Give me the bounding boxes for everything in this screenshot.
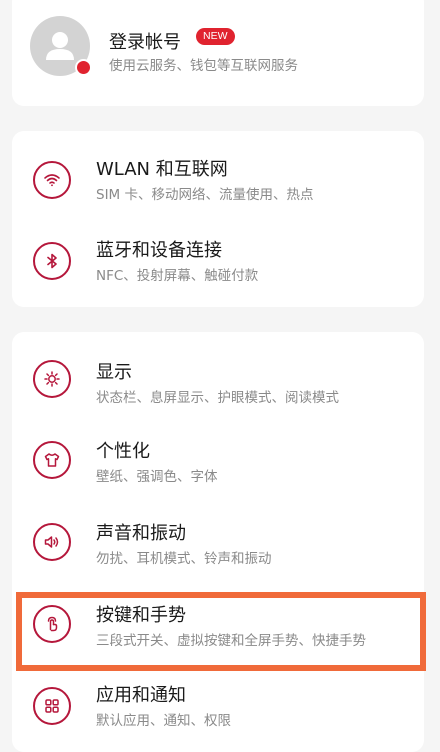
settings-item-subtitle: 壁纸、强调色、字体 <box>96 469 218 485</box>
account-title: 登录帐号 <box>109 32 181 53</box>
account-card[interactable]: 登录帐号 NEW 使用云服务、钱包等互联网服务 <box>12 0 424 106</box>
settings-item-subtitle: 默认应用、通知、权限 <box>96 713 231 729</box>
speaker-icon <box>33 523 71 561</box>
settings-item-subtitle: SIM 卡、移动网络、流量使用、热点 <box>96 187 314 203</box>
system-card: 显示 状态栏、息屏显示、护眼模式、阅读模式 个性化 壁纸、强调色、字体 声音和振… <box>12 332 424 752</box>
settings-item-personalization[interactable]: 个性化 壁纸、强调色、字体 <box>12 421 424 501</box>
settings-item-bluetooth[interactable]: 蓝牙和设备连接 NFC、投射屏幕、触碰付款 <box>12 222 424 302</box>
apps-grid-icon <box>33 687 71 725</box>
settings-item-wlan[interactable]: WLAN 和互联网 SIM 卡、移动网络、流量使用、热点 <box>12 141 424 221</box>
account-subtitle: 使用云服务、钱包等互联网服务 <box>109 58 298 74</box>
brightness-icon <box>33 360 71 398</box>
settings-item-title: 显示 <box>96 362 132 383</box>
notification-dot <box>75 59 92 76</box>
settings-item-subtitle: 勿扰、耳机模式、铃声和振动 <box>96 551 272 567</box>
new-badge: NEW <box>196 28 235 45</box>
settings-item-sound[interactable]: 声音和振动 勿扰、耳机模式、铃声和振动 <box>12 503 424 583</box>
wifi-icon <box>33 161 71 199</box>
settings-item-subtitle: NFC、投射屏幕、触碰付款 <box>96 268 259 284</box>
highlight-box <box>16 592 426 671</box>
settings-item-display[interactable]: 显示 状态栏、息屏显示、护眼模式、阅读模式 <box>12 340 424 420</box>
bluetooth-icon <box>33 242 71 280</box>
settings-item-title: 个性化 <box>96 441 150 462</box>
network-card: WLAN 和互联网 SIM 卡、移动网络、流量使用、热点 蓝牙和设备连接 NFC… <box>12 131 424 307</box>
settings-item-subtitle: 状态栏、息屏显示、护眼模式、阅读模式 <box>96 390 339 406</box>
settings-item-title: WLAN 和互联网 <box>96 159 228 180</box>
settings-item-title: 声音和振动 <box>96 523 186 544</box>
settings-item-title: 蓝牙和设备连接 <box>96 240 222 261</box>
settings-item-title: 应用和通知 <box>96 685 186 706</box>
tshirt-icon <box>33 441 71 479</box>
settings-item-apps[interactable]: 应用和通知 默认应用、通知、权限 <box>12 667 424 747</box>
